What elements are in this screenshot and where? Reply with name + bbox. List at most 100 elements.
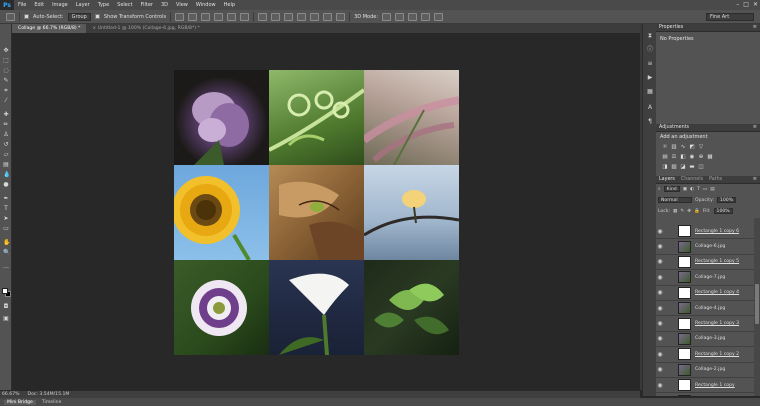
menu-layer[interactable]: Layer <box>72 2 94 8</box>
menu-type[interactable]: Type <box>94 2 113 8</box>
adjustment-filter-icon[interactable]: ◐ <box>690 187 694 192</box>
align-right-icon[interactable] <box>240 12 250 21</box>
menu-help[interactable]: Help <box>220 2 239 8</box>
opacity-field[interactable]: 100% <box>716 197 737 203</box>
type-filter-icon[interactable]: T <box>697 187 700 192</box>
brightness-icon[interactable]: ☼ <box>662 144 668 150</box>
zoom-tool-icon[interactable]: 🔍 <box>3 250 10 256</box>
selective-color-icon[interactable]: ◫ <box>698 164 704 170</box>
layer-row[interactable]: ◉ Rectangle 1 copy 3 <box>656 316 754 332</box>
more-tools-icon[interactable]: … <box>3 264 9 270</box>
photo-pink-grass[interactable] <box>364 70 459 165</box>
layer-name[interactable]: Rectangle 1 copy 4 <box>695 290 739 295</box>
tab-channels[interactable]: Channels <box>681 177 703 182</box>
layer-row[interactable]: ◉ Collage-4.jpg <box>656 301 754 317</box>
quick-mask-icon[interactable]: ◘ <box>3 304 9 310</box>
3d-scale-icon[interactable] <box>434 12 444 21</box>
visibility-eye-icon[interactable]: ◉ <box>656 382 664 389</box>
minimize-icon[interactable]: – <box>736 1 739 8</box>
layer-name[interactable]: Rectangle 1 copy 3 <box>695 321 739 326</box>
path-select-tool-icon[interactable]: ➤ <box>3 216 9 222</box>
visibility-eye-icon[interactable]: ◉ <box>656 335 664 342</box>
info-icon[interactable]: ⓘ <box>646 46 654 54</box>
levels-icon[interactable]: ▥ <box>671 144 677 150</box>
layer-row[interactable]: ◉ Rectangle 1 copy 4 <box>656 286 754 301</box>
layer-row[interactable]: ◉ Rectangle 1 copy 6 <box>656 224 754 240</box>
layer-row[interactable]: ◉ Rectangle 1 copy 2 <box>656 347 754 363</box>
visibility-eye-icon[interactable]: ◉ <box>656 243 664 250</box>
curves-icon[interactable]: ∿ <box>680 144 686 150</box>
layer-name[interactable]: Rectangle 1 copy 6 <box>695 229 739 234</box>
adjustments-tab[interactable]: Adjustments <box>659 125 689 130</box>
tab-paths[interactable]: Paths <box>709 177 722 182</box>
visibility-eye-icon[interactable]: ◉ <box>656 320 664 327</box>
auto-select-dropdown[interactable]: Group <box>67 12 91 21</box>
3d-roll-icon[interactable] <box>395 12 405 21</box>
visibility-eye-icon[interactable]: ◉ <box>656 366 664 373</box>
distribute-top-icon[interactable] <box>258 12 268 21</box>
tab-untitled-1[interactable]: × Untitled-1 @ 100% (Collage-6.jpg, RGB/… <box>86 24 206 33</box>
photo-green-leaves[interactable] <box>364 260 459 355</box>
move-tool-preset-icon[interactable] <box>6 12 15 21</box>
visibility-eye-icon[interactable]: ◉ <box>656 289 664 296</box>
layer-name[interactable]: Collage-7.jpg <box>695 275 725 280</box>
auto-align-icon[interactable] <box>336 12 346 21</box>
photo-calla-lily[interactable] <box>269 260 364 355</box>
layer-row[interactable]: ◉ Collage-3.jpg <box>656 332 754 348</box>
layer-row[interactable]: ◉ Rectangle 1 copy 5 <box>656 255 754 271</box>
layer-name[interactable]: Rectangle 1 copy <box>695 383 735 388</box>
brush-presets-icon[interactable]: ≡ <box>646 60 654 68</box>
menu-view[interactable]: View <box>172 2 192 8</box>
type-tool-icon[interactable]: T <box>3 206 9 212</box>
3d-drag-icon[interactable] <box>408 12 418 21</box>
pixel-filter-icon[interactable]: ▣ <box>683 187 687 192</box>
adjustments-panel-header[interactable]: Adjustments ≡ <box>656 124 760 132</box>
move-tool-icon[interactable]: ✥ <box>3 48 9 54</box>
layer-row[interactable]: ◉ Collage-6.jpg <box>656 239 754 255</box>
lasso-tool-icon[interactable]: ◌ <box>3 68 9 74</box>
clone-stamp-tool-icon[interactable]: ♙ <box>3 132 9 138</box>
collage-canvas[interactable] <box>174 70 459 355</box>
photo-filter-icon[interactable]: ◉ <box>689 154 695 160</box>
hand-tool-icon[interactable]: ✋ <box>3 240 10 246</box>
crop-tool-icon[interactable]: ⌗ <box>3 88 9 94</box>
visibility-eye-icon[interactable]: ◉ <box>656 258 664 265</box>
quick-select-tool-icon[interactable]: ✎ <box>3 78 9 84</box>
distribute-middle-icon[interactable] <box>271 12 281 21</box>
menu-window[interactable]: Window <box>192 2 220 8</box>
layers-scroll-thumb[interactable] <box>755 284 759 324</box>
visibility-eye-icon[interactable]: ◉ <box>656 351 664 358</box>
swatches-icon[interactable]: ▦ <box>646 88 654 96</box>
layer-name[interactable]: Rectangle 1 copy 5 <box>695 259 739 264</box>
lock-position-icon[interactable]: ✥ <box>687 209 691 214</box>
layer-name[interactable]: Collage-6.jpg <box>695 244 725 249</box>
hue-saturation-icon[interactable]: ▤ <box>662 154 668 160</box>
align-left-icon[interactable] <box>214 12 224 21</box>
align-bottom-icon[interactable] <box>201 12 211 21</box>
properties-tab[interactable]: Properties <box>659 25 683 30</box>
history-brush-tool-icon[interactable]: ↺ <box>3 142 9 148</box>
menu-file[interactable]: File <box>14 2 30 8</box>
3d-rotate-icon[interactable] <box>382 12 392 21</box>
layer-row[interactable]: ◉ Collage-2.jpg <box>656 363 754 378</box>
vibrance-icon[interactable]: ▽ <box>698 144 704 150</box>
photo-sunflower[interactable] <box>174 165 269 260</box>
layer-row[interactable]: ◉ Collage-7.jpg <box>656 270 754 286</box>
distribute-bottom-icon[interactable] <box>284 12 294 21</box>
exposure-icon[interactable]: ◩ <box>689 144 695 150</box>
color-balance-icon[interactable]: ⚖ <box>671 154 677 160</box>
align-center-icon[interactable] <box>227 12 237 21</box>
filter-kind-dropdown[interactable]: Kind <box>663 186 680 192</box>
3d-slide-icon[interactable] <box>421 12 431 21</box>
properties-panel-header[interactable]: Properties ≡ <box>656 24 760 32</box>
tab-timeline[interactable]: Timeline <box>42 400 62 405</box>
layer-name[interactable]: Collage-4.jpg <box>695 306 725 311</box>
fill-field[interactable]: 100% <box>713 208 733 214</box>
photo-yellow-bud[interactable] <box>364 165 459 260</box>
layer-name[interactable]: Collage-2.jpg <box>695 367 725 372</box>
character-icon[interactable]: A <box>646 104 654 112</box>
color-lookup-icon[interactable]: ▦ <box>707 154 713 160</box>
visibility-eye-icon[interactable]: ◉ <box>656 305 664 312</box>
auto-select-checkbox[interactable] <box>24 14 29 19</box>
healing-brush-tool-icon[interactable]: ✚ <box>3 112 9 118</box>
